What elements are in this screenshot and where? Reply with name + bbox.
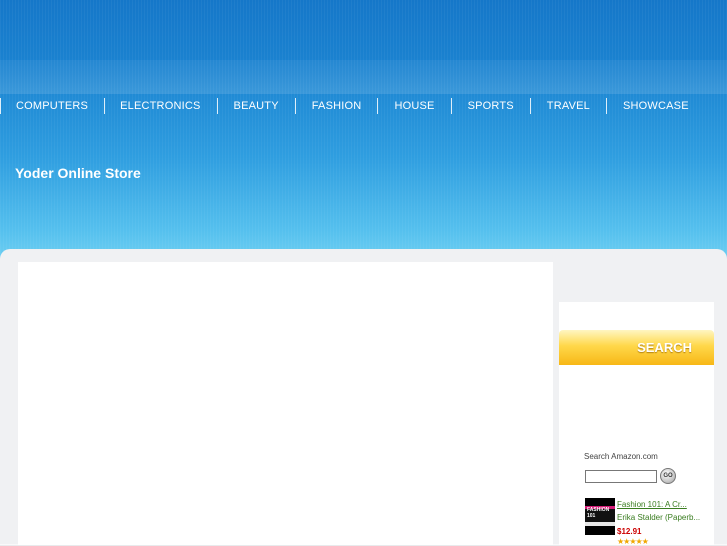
search-heading-label: SEARCH	[637, 340, 692, 355]
main-content-area	[18, 262, 553, 545]
product-price: $12.91	[617, 527, 642, 536]
nav-item-house[interactable]: HOUSE	[377, 98, 450, 114]
product-thumbnail[interactable]: FASHION 101	[585, 498, 615, 535]
site-title-link[interactable]: Yoder Online Store	[15, 165, 141, 181]
nav-item-electronics[interactable]: ELECTRONICS	[104, 98, 216, 114]
nav-item-beauty[interactable]: BEAUTY	[216, 98, 295, 114]
go-button[interactable]: GO	[660, 468, 676, 484]
product-author: Erika Stalder (Paperb...	[617, 513, 701, 522]
main-nav: COMPUTERS ELECTRONICS BEAUTY FASHION HOU…	[0, 96, 705, 116]
product-thumbnail-text: FASHION 101	[587, 507, 610, 519]
amazon-search-label: Search Amazon.com	[584, 452, 658, 461]
nav-item-travel[interactable]: TRAVEL	[529, 98, 606, 114]
nav-item-computers[interactable]: COMPUTERS	[0, 98, 104, 114]
header-band	[0, 60, 727, 94]
nav-item-fashion[interactable]: FASHION	[294, 98, 378, 114]
amazon-search-input[interactable]	[585, 470, 657, 483]
site-header: COMPUTERS ELECTRONICS BEAUTY FASHION HOU…	[0, 0, 727, 262]
product-title-link[interactable]: Fashion 101: A Cr...	[617, 500, 687, 509]
nav-item-showcase[interactable]: SHOWCASE	[605, 98, 705, 114]
search-widget-heading: SEARCH	[559, 330, 714, 365]
nav-item-sports[interactable]: SPORTS	[450, 98, 530, 114]
